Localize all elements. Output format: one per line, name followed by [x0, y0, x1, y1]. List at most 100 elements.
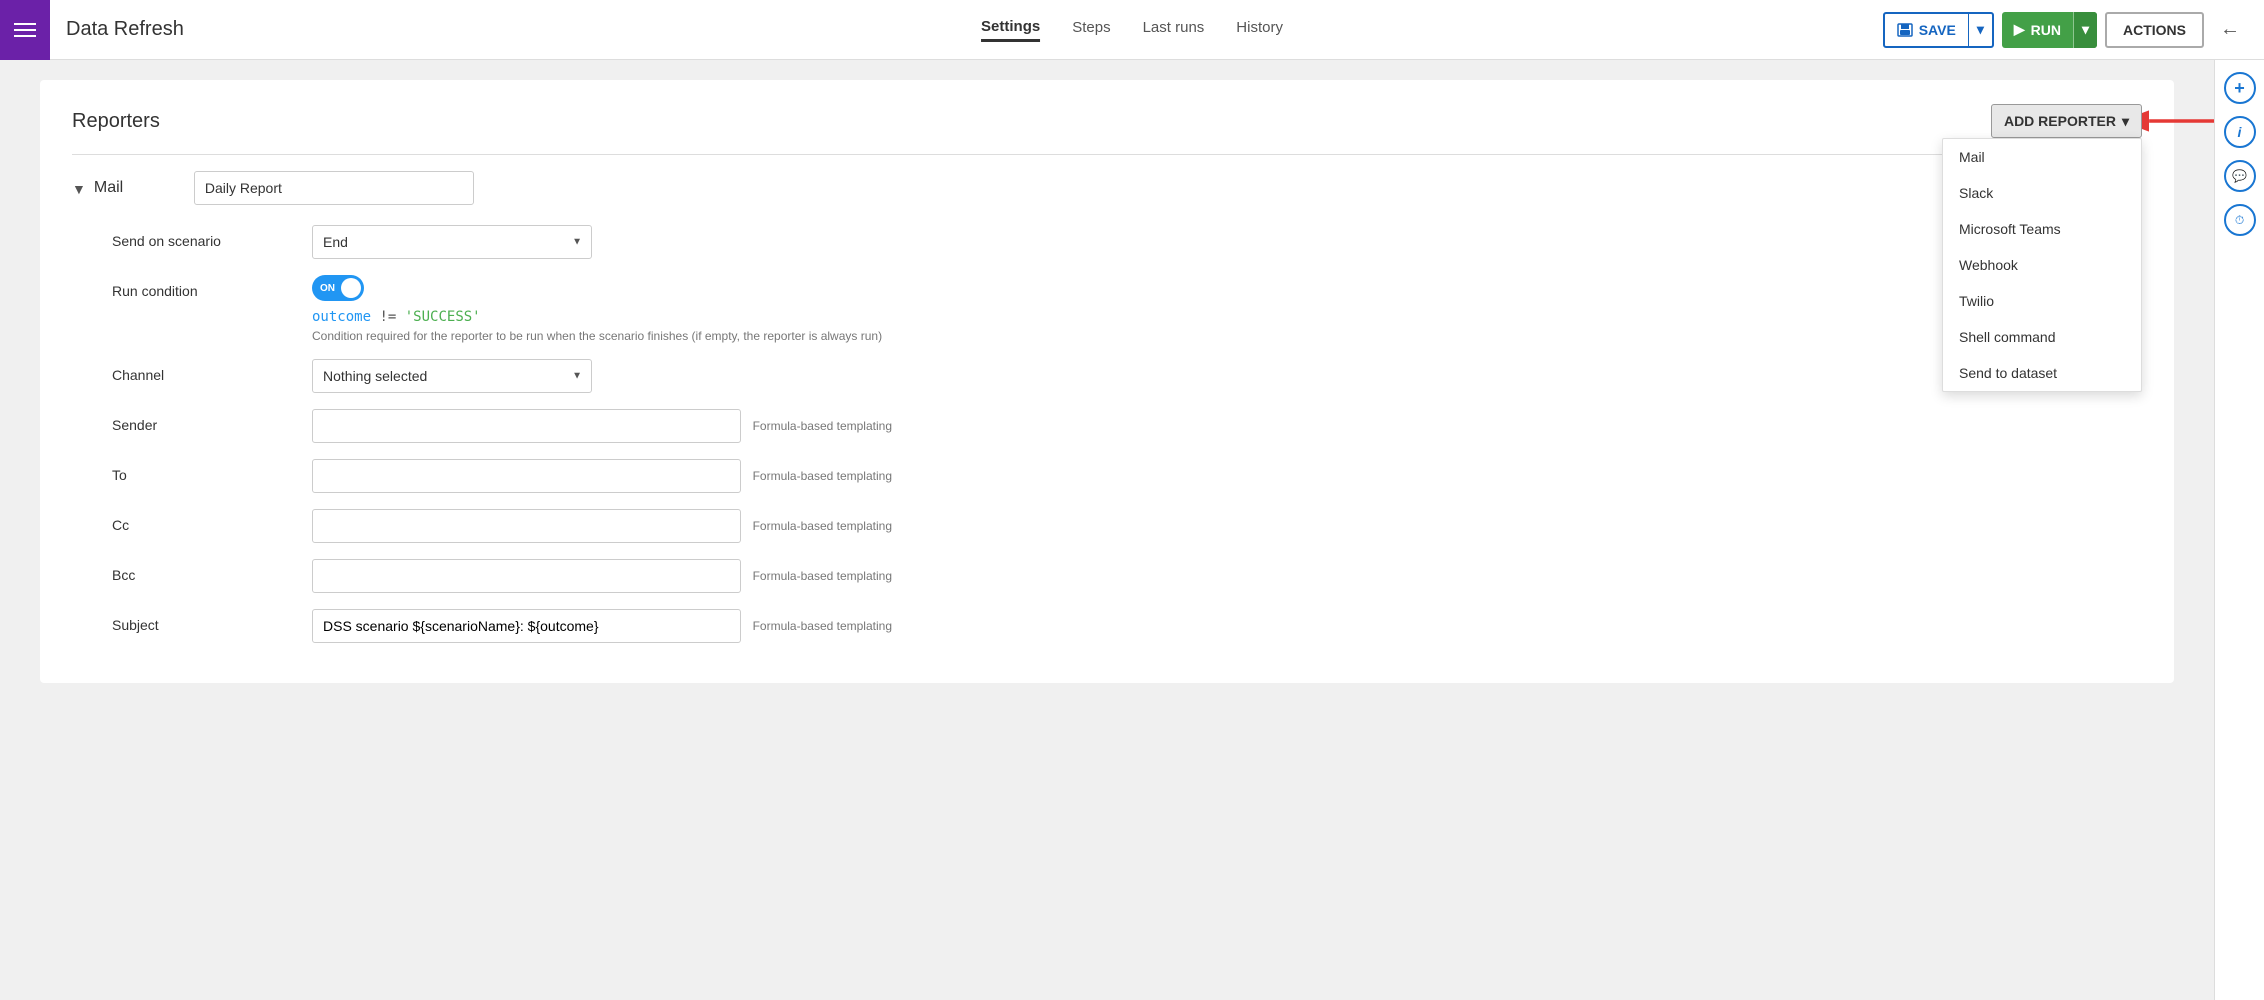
- sidebar-plus-icon[interactable]: +: [2224, 72, 2256, 104]
- subject-field: Subject Formula-based templating: [72, 609, 2142, 643]
- bcc-control: Formula-based templating: [312, 559, 892, 593]
- cc-input[interactable]: [312, 509, 741, 543]
- hamburger-icon: [14, 19, 36, 41]
- back-arrow-icon: ←: [2220, 18, 2240, 40]
- tab-last-runs[interactable]: Last runs: [1143, 19, 1205, 40]
- save-dropdown-arrow[interactable]: ▾: [1969, 14, 1992, 46]
- code-string: 'SUCCESS': [405, 309, 481, 325]
- subject-label: Subject: [112, 609, 312, 633]
- send-on-scenario-label: Send on scenario: [112, 225, 312, 249]
- sidebar-chat-icon[interactable]: 💬: [2224, 160, 2256, 192]
- add-reporter-button[interactable]: ADD REPORTER ▾: [1991, 104, 2142, 138]
- app-title: Data Refresh: [66, 18, 184, 41]
- dropdown-item-webhook[interactable]: Webhook: [1943, 247, 2141, 283]
- top-nav: Data Refresh Settings Steps Last runs Hi…: [0, 0, 2264, 60]
- toggle-knob: [341, 278, 361, 298]
- cc-input-wrapper: Formula-based templating: [312, 509, 892, 543]
- back-button[interactable]: ←: [2212, 18, 2248, 41]
- add-reporter-container: ADD REPORTER ▾ Mail Slack Microsoft Team…: [1991, 104, 2142, 138]
- sidebar-right: + i 💬 ⏱: [2214, 60, 2264, 1000]
- tab-steps[interactable]: Steps: [1072, 19, 1110, 40]
- send-on-scenario-select[interactable]: Start End Error: [312, 225, 592, 259]
- dropdown-item-microsoft-teams[interactable]: Microsoft Teams: [1943, 211, 2141, 247]
- channel-label: Channel: [112, 359, 312, 383]
- dropdown-item-send-to-dataset[interactable]: Send to dataset: [1943, 355, 2141, 391]
- bcc-input-wrapper: Formula-based templating: [312, 559, 892, 593]
- cc-label: Cc: [112, 509, 312, 533]
- tab-history[interactable]: History: [1236, 19, 1283, 40]
- bcc-field: Bcc Formula-based templating: [72, 559, 2142, 593]
- cc-control: Formula-based templating: [312, 509, 892, 543]
- channel-select-wrapper: Nothing selected: [312, 359, 592, 393]
- code-keyword: outcome: [312, 309, 371, 325]
- reporters-section: Reporters ADD REPORTER ▾ Mail Slack Micr…: [40, 80, 2174, 683]
- to-formula-label: Formula-based templating: [753, 469, 892, 483]
- to-input-wrapper: Formula-based templating: [312, 459, 892, 493]
- save-button[interactable]: SAVE ▾: [1883, 12, 1994, 48]
- to-input[interactable]: [312, 459, 741, 493]
- subject-input-wrapper: Formula-based templating: [312, 609, 892, 643]
- run-condition-code: outcome != 'SUCCESS': [312, 309, 892, 325]
- nav-tabs: Settings Steps Last runs History: [981, 18, 1283, 42]
- actions-button[interactable]: ACTIONS: [2105, 12, 2204, 48]
- dropdown-item-shell-command[interactable]: Shell command: [1943, 319, 2141, 355]
- arrow-svg: [2142, 106, 2214, 136]
- channel-field: Channel Nothing selected: [72, 359, 2142, 393]
- add-reporter-chevron-icon: ▾: [2122, 113, 2129, 130]
- run-condition-hint: Condition required for the reporter to b…: [312, 329, 892, 343]
- run-main: ▶ RUN: [2002, 12, 2074, 48]
- run-dropdown-arrow[interactable]: ▾: [2074, 12, 2097, 48]
- reporter-dropdown: Mail Slack Microsoft Teams Webhook Twili…: [1942, 138, 2142, 392]
- run-button[interactable]: ▶ RUN ▾: [2002, 12, 2097, 48]
- save-main: SAVE: [1885, 14, 1969, 46]
- code-operator: !=: [379, 309, 404, 325]
- reporters-title: Reporters: [72, 110, 160, 133]
- sender-input[interactable]: [312, 409, 741, 443]
- sender-control: Formula-based templating: [312, 409, 892, 443]
- subject-control: Formula-based templating: [312, 609, 892, 643]
- chevron-down-icon-run: ▾: [2082, 21, 2089, 38]
- hamburger-button[interactable]: [0, 0, 50, 60]
- nav-actions: SAVE ▾ ▶ RUN ▾ ACTIONS ←: [1883, 12, 2248, 48]
- play-icon: ▶: [2014, 21, 2025, 38]
- mail-reporter-row: ▼ Mail: [72, 171, 2142, 205]
- send-on-scenario-select-wrapper: Start End Error: [312, 225, 592, 259]
- channel-select[interactable]: Nothing selected: [312, 359, 592, 393]
- sidebar-info-icon[interactable]: i: [2224, 116, 2256, 148]
- dropdown-item-twilio[interactable]: Twilio: [1943, 283, 2141, 319]
- save-icon: [1897, 23, 1913, 37]
- sender-label: Sender: [112, 409, 312, 433]
- run-condition-toggle-container: ON: [312, 275, 892, 301]
- run-condition-control: ON outcome != 'SUCCESS' Condition requir…: [312, 275, 892, 343]
- to-control: Formula-based templating: [312, 459, 892, 493]
- sender-input-wrapper: Formula-based templating: [312, 409, 892, 443]
- dropdown-item-mail[interactable]: Mail: [1943, 139, 2141, 175]
- arrow-indicator: [2142, 106, 2214, 136]
- run-condition-field: Run condition ON outcome != 'SUCCESS' Co…: [72, 275, 2142, 343]
- run-condition-toggle[interactable]: ON: [312, 275, 364, 301]
- bcc-formula-label: Formula-based templating: [753, 569, 892, 583]
- main-content: Reporters ADD REPORTER ▾ Mail Slack Micr…: [0, 60, 2214, 1000]
- bcc-input[interactable]: [312, 559, 741, 593]
- reporters-header: Reporters ADD REPORTER ▾ Mail Slack Micr…: [72, 104, 2142, 155]
- sender-field: Sender Formula-based templating: [72, 409, 2142, 443]
- mail-chevron-icon[interactable]: ▼: [72, 181, 86, 197]
- subject-formula-label: Formula-based templating: [753, 619, 892, 633]
- dropdown-item-slack[interactable]: Slack: [1943, 175, 2141, 211]
- add-reporter-label: ADD REPORTER: [2004, 113, 2116, 129]
- run-condition-label: Run condition: [112, 275, 312, 299]
- mail-name-input[interactable]: [194, 171, 474, 205]
- mail-reporter-name: Mail: [94, 179, 194, 197]
- toggle-on-label: ON: [320, 283, 335, 294]
- channel-control: Nothing selected: [312, 359, 892, 393]
- subject-input[interactable]: [312, 609, 741, 643]
- sidebar-clock-icon[interactable]: ⏱: [2224, 204, 2256, 236]
- tab-settings[interactable]: Settings: [981, 18, 1040, 42]
- bcc-label: Bcc: [112, 559, 312, 583]
- to-label: To: [112, 459, 312, 483]
- run-label: RUN: [2031, 22, 2061, 38]
- save-label: SAVE: [1919, 22, 1956, 38]
- layout: Reporters ADD REPORTER ▾ Mail Slack Micr…: [0, 60, 2264, 1000]
- send-on-scenario-field: Send on scenario Start End Error: [72, 225, 2142, 259]
- to-field: To Formula-based templating: [72, 459, 2142, 493]
